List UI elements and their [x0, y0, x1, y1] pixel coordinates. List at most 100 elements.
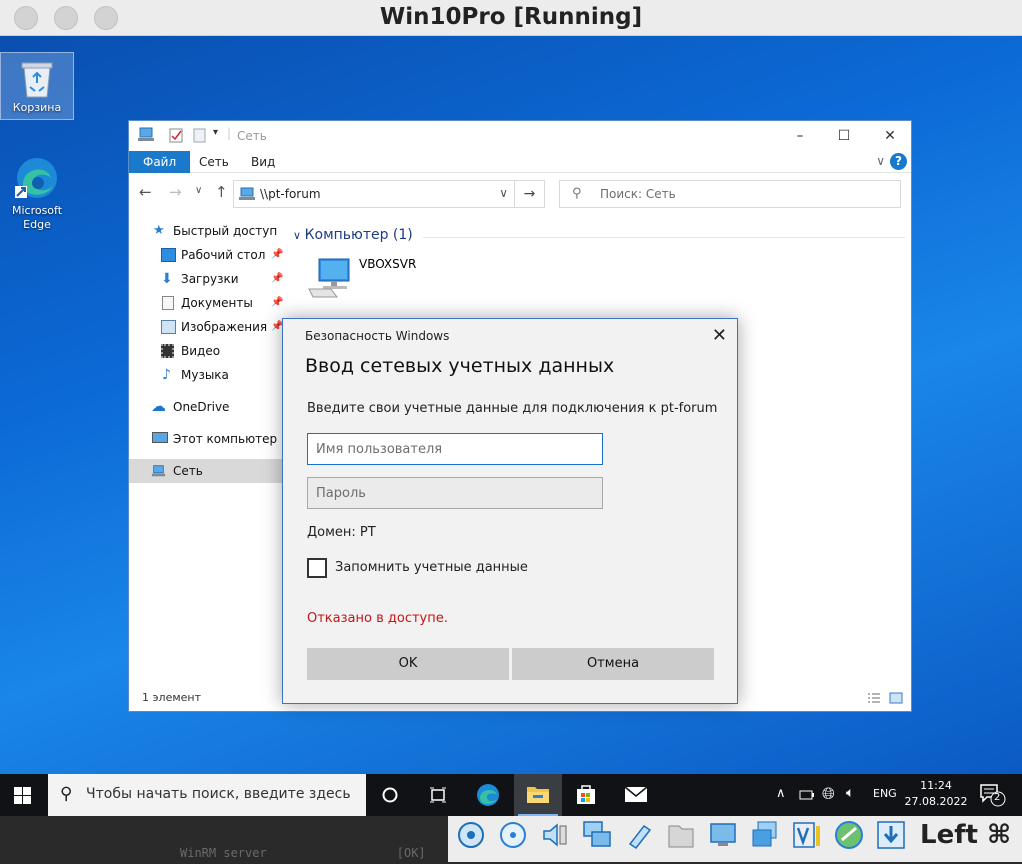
sidebar-item-label: Изображения — [181, 320, 268, 334]
help-icon[interactable]: ? — [890, 153, 907, 170]
language-indicator[interactable]: ENG — [873, 787, 897, 800]
properties-icon[interactable] — [169, 128, 183, 143]
display-icon[interactable] — [708, 820, 738, 850]
group-header[interactable]: ∨ Компьютер (1) — [293, 227, 413, 243]
sidebar-item-quick-access[interactable]: ★ Быстрый доступ — [129, 219, 283, 243]
shared-folders-icon[interactable] — [666, 820, 696, 850]
sidebar-item-music[interactable]: ♪ Музыка — [129, 363, 283, 387]
refresh-button[interactable]: → — [515, 180, 545, 208]
network-icon — [151, 465, 166, 477]
search-icon: ⚲ — [572, 186, 582, 201]
taskbar-file-explorer[interactable] — [514, 774, 562, 816]
maximize-button[interactable]: ☐ — [821, 121, 867, 151]
forward-button[interactable]: → — [169, 183, 182, 201]
desktop-icon-label: Microsoft Edge — [11, 204, 63, 231]
video-icon — [161, 344, 174, 358]
sidebar-item-downloads[interactable]: ⬇ Загрузки 📌 — [129, 267, 283, 291]
sidebar-item-label: Видео — [181, 344, 221, 358]
network-icon — [138, 127, 154, 141]
vm-status-bar: WinRM server [OK] Left ⌘ — [0, 816, 1022, 864]
pin-icon: 📌 — [271, 249, 284, 260]
windows-logo-icon — [14, 787, 31, 804]
desktop-icon — [161, 248, 176, 262]
desktop-icon-recycle-bin[interactable]: Корзина — [0, 52, 74, 120]
dialog-caption: Безопасность Windows — [305, 329, 450, 343]
taskbar: ⚲ Чтобы начать поиск, введите здесь ∧ 🌐︎… — [0, 774, 1022, 816]
taskbar-search-box[interactable]: ⚲ Чтобы начать поиск, введите здесь — [48, 774, 366, 816]
dialog-close-button[interactable]: ✕ — [712, 325, 727, 346]
show-hidden-icons-chevron[interactable]: ∧ — [776, 786, 786, 801]
password-field[interactable]: Пароль — [307, 477, 603, 509]
dialog-heading: Ввод сетевых учетных данных — [305, 355, 615, 377]
virtualization-icon[interactable] — [792, 820, 822, 850]
star-icon: ★ — [153, 223, 165, 238]
address-dropdown-icon[interactable]: ∨ — [499, 186, 508, 200]
background-terminal-text: WinRM server [OK] — [180, 846, 426, 860]
details-view-icon[interactable] — [867, 692, 881, 704]
sidebar-item-network[interactable]: Сеть — [129, 459, 283, 483]
taskbar-store[interactable] — [562, 774, 610, 816]
start-button[interactable] — [0, 774, 46, 816]
hard-disk-icon[interactable] — [456, 820, 486, 850]
password-placeholder: Пароль — [316, 486, 366, 501]
computer-icon — [152, 432, 168, 443]
back-button[interactable]: ← — [139, 183, 152, 201]
tab-file[interactable]: Файл — [129, 151, 191, 173]
cortana-button[interactable] — [366, 774, 414, 816]
list-item[interactable]: VBOXSVR — [307, 255, 427, 301]
battery-icon[interactable] — [799, 790, 815, 800]
ok-button[interactable]: OK — [307, 648, 509, 680]
remember-credentials-checkbox[interactable] — [307, 558, 327, 578]
sidebar-item-onedrive[interactable]: ☁ OneDrive — [129, 395, 283, 419]
action-center-button[interactable]: 2 — [980, 784, 1008, 811]
network-adapter-icon[interactable] — [582, 820, 612, 850]
item-count: 1 элемент — [142, 691, 201, 704]
sidebar-item-label: Документы — [181, 296, 253, 310]
address-text: \\pt-forum — [260, 187, 321, 201]
usb-icon[interactable] — [624, 820, 654, 850]
task-view-button[interactable] — [414, 774, 462, 816]
pin-icon: 📌 — [271, 273, 284, 284]
keyboard-capture-icon[interactable] — [876, 820, 906, 850]
clock-time[interactable]: 11:24 — [908, 779, 964, 792]
search-input[interactable]: ⚲ Поиск: Сеть — [559, 180, 901, 208]
sidebar-item-documents[interactable]: Документы 📌 — [129, 291, 283, 315]
sidebar-item-this-pc[interactable]: Этот компьютер — [129, 427, 283, 451]
ribbon: Файл Сеть Вид ∨ ? — [129, 151, 911, 173]
optical-drive-icon[interactable] — [498, 820, 528, 850]
desktop-icon-label: Корзина — [12, 101, 62, 114]
new-folder-icon[interactable] — [193, 128, 206, 143]
remember-credentials-label[interactable]: Запомнить учетные данные — [335, 560, 528, 575]
recording-icon[interactable] — [750, 820, 780, 850]
sidebar-item-pictures[interactable]: Изображения 📌 — [129, 315, 283, 339]
navigation-pane: ★ Быстрый доступ Рабочий стол 📌 ⬇ Загруз… — [129, 211, 283, 681]
edge-icon — [15, 158, 57, 198]
sidebar-item-desktop[interactable]: Рабочий стол 📌 — [129, 243, 283, 267]
dialog-description: Введите свои учетные данные для подключе… — [307, 401, 718, 416]
customize-toolbar-icon[interactable]: ▾ — [213, 127, 218, 138]
address-bar[interactable]: \\pt-forum ∨ — [233, 180, 515, 208]
desktop-icon-edge[interactable]: Microsoft Edge — [0, 150, 74, 232]
folder-icon — [527, 787, 549, 803]
taskbar-edge[interactable] — [464, 774, 512, 816]
taskbar-mail[interactable] — [612, 774, 660, 816]
sidebar-item-videos[interactable]: Видео — [129, 339, 283, 363]
large-icons-view-icon[interactable] — [889, 692, 903, 704]
up-button[interactable]: ↑ — [215, 183, 228, 201]
sidebar-item-label: Быстрый доступ — [173, 224, 278, 238]
expand-ribbon-icon[interactable]: ∨ — [876, 154, 885, 168]
recent-locations-icon[interactable]: ∨ — [195, 185, 202, 196]
cloud-icon: ☁ — [151, 397, 166, 415]
mouse-integration-icon[interactable] — [834, 820, 864, 850]
cancel-button[interactable]: Отмена — [512, 648, 714, 680]
username-field[interactable]: Имя пользователя — [307, 433, 603, 465]
close-button[interactable]: ✕ — [867, 121, 913, 151]
explorer-titlebar: ▾ | Сеть – ☐ ✕ — [129, 121, 911, 151]
minimize-button[interactable]: – — [777, 121, 823, 151]
tab-network[interactable]: Сеть — [185, 151, 243, 173]
audio-icon[interactable] — [540, 820, 570, 850]
clock-date[interactable]: 27.08.2022 — [904, 795, 968, 808]
network-globe-icon[interactable]: 🌐︎ — [822, 784, 835, 804]
volume-icon[interactable]: 🔈︎ — [846, 785, 854, 801]
tab-view[interactable]: Вид — [237, 151, 289, 173]
